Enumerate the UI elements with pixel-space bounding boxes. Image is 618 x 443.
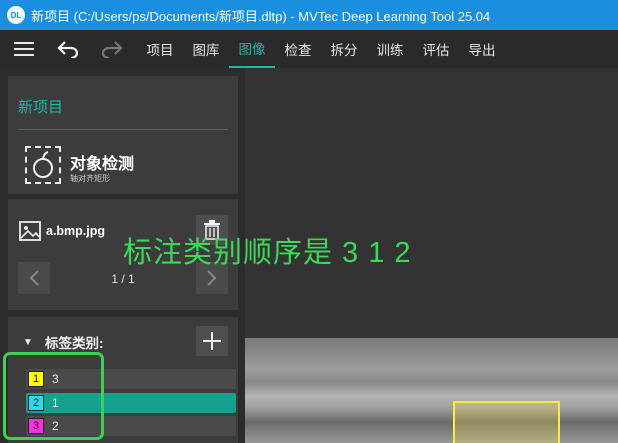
redo-icon[interactable]	[100, 37, 124, 61]
label-classes-header: 标签类别:	[45, 336, 104, 351]
undo-icon[interactable]	[56, 37, 80, 61]
annotation-note: 标注类别顺序是 3 1 2	[123, 237, 412, 269]
app-logo-icon: DL	[7, 6, 25, 24]
chevron-right-icon	[207, 270, 217, 286]
bounding-box[interactable]	[453, 401, 560, 443]
class-list-highlight	[3, 352, 104, 440]
window-title: 新项目 (C:/Users/ps/Documents/新项目.dltp) - M…	[31, 8, 491, 24]
image-file-icon	[19, 221, 41, 246]
image-preview[interactable]	[245, 338, 618, 443]
menu-split[interactable]: 拆分	[321, 30, 367, 68]
divider	[18, 129, 228, 130]
collapse-arrow-icon[interactable]: ▼	[23, 337, 33, 348]
hamburger-menu-icon[interactable]	[12, 37, 36, 61]
menu-project[interactable]: 项目	[137, 30, 183, 68]
add-class-button[interactable]	[196, 326, 228, 356]
menu-export[interactable]: 导出	[459, 30, 505, 68]
project-title: 新项目	[18, 99, 64, 116]
object-detection-icon	[25, 146, 61, 184]
image-filename: a.bmp.jpg	[46, 224, 106, 238]
page-indicator: 1 / 1	[111, 272, 135, 286]
window-titlebar: DL 新项目 (C:/Users/ps/Documents/新项目.dltp) …	[0, 0, 618, 30]
menu-images[interactable]: 图像	[229, 30, 275, 68]
menu-bar: 项目 图库 图像 检查 拆分 训练 评估 导出	[0, 30, 618, 68]
task-title: 对象检测	[70, 156, 135, 173]
previous-image-button[interactable]	[18, 262, 50, 294]
menu-inspect[interactable]: 检查	[275, 30, 321, 68]
menu-evaluate[interactable]: 评估	[413, 30, 459, 68]
task-subtitle: 轴对齐矩形	[70, 174, 110, 183]
plus-icon	[203, 332, 221, 350]
menu-train[interactable]: 训练	[367, 30, 413, 68]
menu-gallery[interactable]: 图库	[183, 30, 229, 68]
chevron-left-icon	[29, 270, 39, 286]
project-card: 新项目 对象检测 轴对齐矩形	[8, 76, 238, 194]
